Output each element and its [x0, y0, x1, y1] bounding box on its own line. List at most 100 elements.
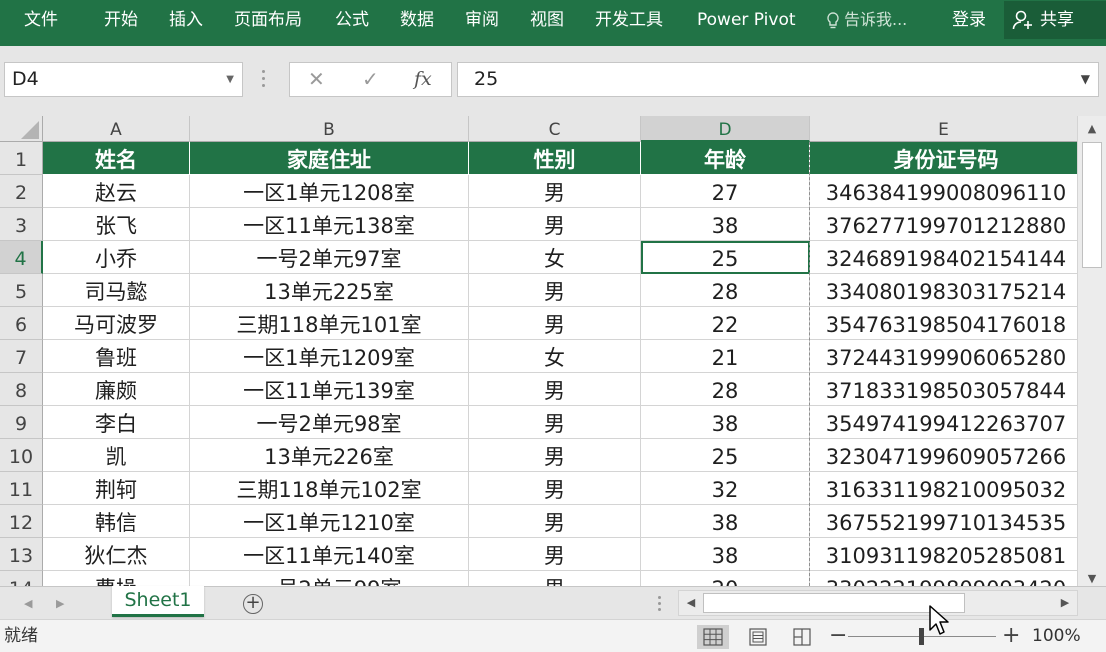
- tab-page-layout[interactable]: 页面布局: [234, 0, 302, 40]
- row-header-13[interactable]: 13: [0, 538, 43, 571]
- row-header-6[interactable]: 6: [0, 307, 43, 340]
- table-cell[interactable]: 男: [469, 505, 641, 538]
- row-header-11[interactable]: 11: [0, 472, 43, 505]
- header-cell[interactable]: 性别: [469, 142, 641, 175]
- table-cell[interactable]: 韩信: [43, 505, 190, 538]
- tab-data[interactable]: 数据: [400, 0, 434, 40]
- normal-view-button[interactable]: [697, 625, 729, 649]
- prev-sheet-icon[interactable]: ◀: [24, 587, 32, 620]
- row-header-5[interactable]: 5: [0, 274, 43, 307]
- row-header-3[interactable]: 3: [0, 208, 43, 241]
- table-cell[interactable]: 女: [469, 241, 641, 274]
- active-cell[interactable]: 25: [641, 241, 810, 274]
- scroll-up-icon[interactable]: ▲: [1080, 118, 1104, 140]
- table-cell[interactable]: 狄仁杰: [43, 538, 190, 571]
- header-cell[interactable]: 家庭住址: [190, 142, 469, 175]
- table-cell[interactable]: 赵云: [43, 175, 190, 208]
- table-cell[interactable]: 三期118单元102室: [190, 472, 469, 505]
- table-cell[interactable]: 男: [469, 373, 641, 406]
- column-header-d[interactable]: D: [641, 116, 810, 142]
- column-header-b[interactable]: B: [190, 116, 469, 142]
- add-sheet-icon[interactable]: +: [243, 594, 263, 614]
- zoom-in-button[interactable]: +: [1002, 620, 1020, 652]
- worksheet-grid[interactable]: A B C D E 1234567891011121314 姓名家庭住址性别年龄…: [0, 116, 1077, 586]
- login-button[interactable]: 登录: [952, 0, 986, 40]
- table-cell[interactable]: 廉颇: [43, 373, 190, 406]
- row-header-12[interactable]: 12: [0, 505, 43, 538]
- table-cell[interactable]: 男: [469, 406, 641, 439]
- table-cell[interactable]: 310931198205285081: [810, 538, 1077, 571]
- horizontal-scroll-thumb[interactable]: [703, 593, 965, 613]
- header-cell[interactable]: 年龄: [641, 142, 810, 175]
- table-cell[interactable]: 李白: [43, 406, 190, 439]
- zoom-out-button[interactable]: −: [829, 620, 847, 652]
- table-cell[interactable]: 28: [641, 274, 810, 307]
- table-cell[interactable]: 21: [641, 340, 810, 373]
- table-cell[interactable]: 22: [641, 307, 810, 340]
- table-cell[interactable]: 354763198504176018: [810, 307, 1077, 340]
- table-cell[interactable]: 一区1单元1210室: [190, 505, 469, 538]
- scroll-left-icon[interactable]: ◀: [679, 591, 703, 615]
- table-cell[interactable]: 男: [469, 307, 641, 340]
- table-cell[interactable]: 27: [641, 175, 810, 208]
- row-header-8[interactable]: 8: [0, 373, 43, 406]
- table-cell[interactable]: 男: [469, 175, 641, 208]
- table-cell[interactable]: 一号2单元99室: [190, 571, 469, 586]
- column-header-a[interactable]: A: [43, 116, 190, 142]
- table-cell[interactable]: 324689198402154144: [810, 241, 1077, 274]
- row-header-2[interactable]: 2: [0, 175, 43, 208]
- table-cell[interactable]: 25: [641, 439, 810, 472]
- row-header-4[interactable]: 4: [0, 241, 43, 274]
- table-cell[interactable]: 张飞: [43, 208, 190, 241]
- insert-function-icon[interactable]: fx: [414, 63, 432, 96]
- zoom-level[interactable]: 100%: [1032, 620, 1081, 652]
- table-cell[interactable]: 38: [641, 538, 810, 571]
- table-cell[interactable]: 32: [641, 472, 810, 505]
- tab-power-pivot[interactable]: Power Pivot: [697, 0, 796, 40]
- table-cell[interactable]: 334080198303175214: [810, 274, 1077, 307]
- tab-home[interactable]: 开始: [104, 0, 138, 40]
- table-cell[interactable]: 330222199809093420: [810, 571, 1077, 586]
- sheet-tab-sheet1[interactable]: Sheet1: [112, 586, 204, 617]
- table-cell[interactable]: 一号2单元98室: [190, 406, 469, 439]
- cancel-icon[interactable]: ✕: [308, 63, 325, 96]
- table-cell[interactable]: 一区11单元140室: [190, 538, 469, 571]
- table-cell[interactable]: 13单元226室: [190, 439, 469, 472]
- table-cell[interactable]: 346384199008096110: [810, 175, 1077, 208]
- table-cell[interactable]: 鲁班: [43, 340, 190, 373]
- row-header-10[interactable]: 10: [0, 439, 43, 472]
- row-header-7[interactable]: 7: [0, 340, 43, 373]
- row-header-1[interactable]: 1: [0, 142, 43, 175]
- table-cell[interactable]: 376277199701212880: [810, 208, 1077, 241]
- table-cell[interactable]: 一号2单元97室: [190, 241, 469, 274]
- table-cell[interactable]: 28: [641, 373, 810, 406]
- table-cell[interactable]: 38: [641, 406, 810, 439]
- tab-insert[interactable]: 插入: [169, 0, 203, 40]
- drag-handle-icon[interactable]: [262, 70, 266, 88]
- expand-formula-icon[interactable]: ▼: [1081, 63, 1090, 96]
- table-cell[interactable]: 372443199906065280: [810, 340, 1077, 373]
- table-cell[interactable]: 凯: [43, 439, 190, 472]
- column-header-c[interactable]: C: [469, 116, 641, 142]
- scroll-right-icon[interactable]: ▶: [1053, 591, 1077, 615]
- column-header-e[interactable]: E: [810, 116, 1077, 142]
- table-cell[interactable]: 38: [641, 505, 810, 538]
- table-cell[interactable]: 367552199710134535: [810, 505, 1077, 538]
- table-cell[interactable]: 男: [469, 439, 641, 472]
- table-cell[interactable]: 371833198503057844: [810, 373, 1077, 406]
- vertical-scrollbar[interactable]: ▲ ▼: [1077, 116, 1106, 586]
- table-cell[interactable]: 男: [469, 571, 641, 586]
- enter-icon[interactable]: ✓: [362, 63, 379, 96]
- table-cell[interactable]: 323047199609057266: [810, 439, 1077, 472]
- header-cell[interactable]: 姓名: [43, 142, 190, 175]
- tab-file[interactable]: 文件: [24, 0, 58, 40]
- table-cell[interactable]: 荆轲: [43, 472, 190, 505]
- row-header-9[interactable]: 9: [0, 406, 43, 439]
- horizontal-scrollbar[interactable]: ◀ ▶: [678, 590, 1078, 616]
- table-cell[interactable]: 13单元225室: [190, 274, 469, 307]
- tell-me-search[interactable]: 告诉我...: [826, 0, 907, 40]
- tab-view[interactable]: 视图: [530, 0, 564, 40]
- table-cell[interactable]: 女: [469, 340, 641, 373]
- formula-input[interactable]: 25 ▼: [457, 62, 1099, 97]
- tab-split-handle-icon[interactable]: [658, 596, 662, 614]
